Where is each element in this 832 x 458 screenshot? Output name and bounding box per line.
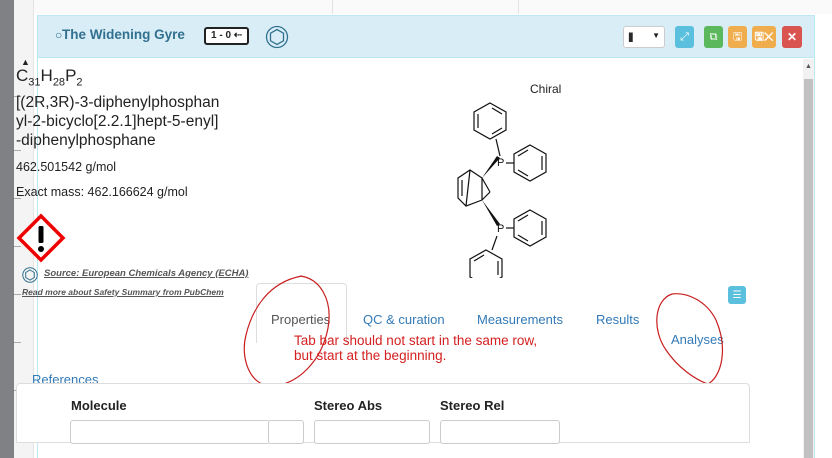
iupac-line: yl-2-bicyclo[2.2.1]hept-5-enyl] <box>16 113 219 130</box>
stereo-abs-label: Stereo Abs <box>314 398 383 413</box>
gutter-tick <box>14 150 21 151</box>
safety-summary-link[interactable]: Read more about Safety Summary from PubC… <box>22 287 224 297</box>
save-icon: 🖫 <box>732 30 743 43</box>
save-button[interactable]: 🖫 <box>728 26 747 48</box>
hexagon-icon[interactable] <box>265 25 289 49</box>
copy-button[interactable]: ⧉ <box>704 26 723 48</box>
carbon-count: 31 <box>28 76 41 89</box>
review-note: Tab bar should not start in the same row… <box>294 333 537 363</box>
molecular-weight: 462.501542 g/mol <box>16 160 117 174</box>
source-link[interactable]: Source: European Chemicals Agency (ECHA) <box>44 268 248 279</box>
hexagon-icon <box>22 267 38 283</box>
panel-scrollbar[interactable]: ▲ <box>803 59 814 458</box>
exact-mass: Exact mass: 462.166624 g/mol <box>16 185 188 199</box>
iupac-line: -diphenylphosphane <box>16 132 156 149</box>
scrollbar-thumb[interactable] <box>804 79 813 458</box>
gutter-tick <box>14 342 21 343</box>
hydrogen-count: 28 <box>52 76 66 89</box>
tab-analyses[interactable]: Analyses <box>671 332 724 347</box>
stereo-rel-label: Stereo Rel <box>440 398 505 413</box>
save-close-icon: 🖫✕ <box>754 30 774 43</box>
sliders-icon: ☰ <box>732 289 742 301</box>
iupac-line: [(2R,3R)-3-diphenylphosphan <box>16 94 220 111</box>
panel-title[interactable]: The Widening Gyre <box>62 27 185 42</box>
tab-properties[interactable]: Properties <box>271 312 330 327</box>
review-note-line: Tab bar should not start in the same row… <box>294 333 538 348</box>
review-note-line: but start at the beginning. <box>294 348 447 363</box>
top-background <box>34 0 832 14</box>
copy-icon: ⧉ <box>709 30 718 43</box>
gutter-tick <box>14 294 21 295</box>
save-close-button[interactable]: 🖫✕ <box>752 26 776 48</box>
molecular-formula: C31H28P2 <box>16 66 83 89</box>
tab-results[interactable]: Results <box>596 312 639 327</box>
iupac-name[interactable]: [(2R,3R)-3-diphenylphosphan yl-2-bicyclo… <box>16 93 256 150</box>
close-icon: ✕ <box>786 30 798 44</box>
barcode-icon: |||||| <box>628 31 633 43</box>
count-badge[interactable]: 1 - 0 ⇠ <box>204 27 250 45</box>
molecule-select-toggle[interactable] <box>268 420 304 444</box>
stereo-rel-select[interactable] <box>440 420 560 444</box>
expand-icon: ⤢ <box>680 30 689 43</box>
divider <box>332 0 333 14</box>
close-button[interactable]: ✕ <box>782 26 802 48</box>
tab-settings-button[interactable]: ☰ <box>728 286 746 304</box>
tab-measurements[interactable]: Measurements <box>477 312 563 327</box>
divider <box>518 0 519 14</box>
expand-button[interactable]: ⤢ <box>675 26 694 48</box>
panel-header: ○ The Widening Gyre 1 - 0 ⇠ |||||| ▼ ⤢ ⧉… <box>38 16 814 58</box>
phosphorus-atom-label: P <box>497 223 504 235</box>
stereo-abs-select[interactable] <box>314 420 430 444</box>
window-left-edge <box>0 0 14 458</box>
molecule-label: Molecule <box>71 398 127 413</box>
scroll-up-icon[interactable]: ▲ <box>805 63 812 70</box>
phosphorus-count: 2 <box>76 76 83 89</box>
molecule-select[interactable] <box>70 420 270 444</box>
ghs-exclamation-icon <box>16 213 66 263</box>
phosphorus-atom-label: P <box>497 157 504 169</box>
tab-qc-curation[interactable]: QC & curation <box>363 312 445 327</box>
molecule-structure-image[interactable]: P P <box>400 88 550 278</box>
barcode-dropdown-button[interactable]: |||||| ▼ <box>623 26 665 48</box>
caret-down-icon: ▼ <box>652 31 660 40</box>
